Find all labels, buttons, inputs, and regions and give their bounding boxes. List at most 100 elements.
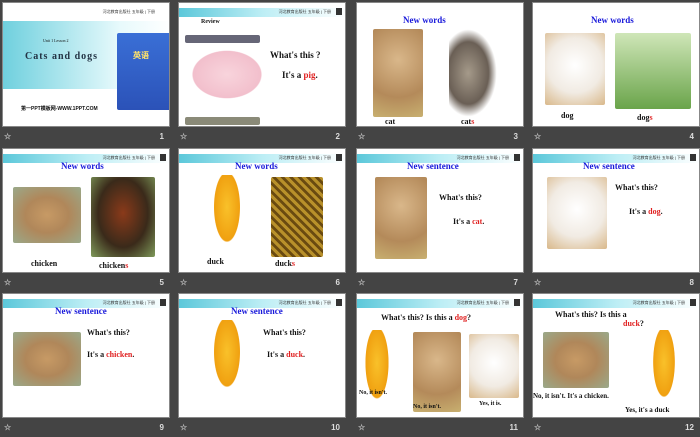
- slide-9[interactable]: 河北教育出版社 五年级 | 下册 New sentence What's thi…: [2, 293, 170, 418]
- question-text: What's this?: [263, 328, 306, 337]
- slide-6[interactable]: 河北教育出版社 五年级 | 下册 New words duck ducks: [178, 148, 346, 273]
- plural-word-label: dogs: [637, 113, 653, 122]
- chickens-image: [91, 177, 155, 257]
- slide-heading: New words: [61, 161, 104, 171]
- slide-thumbnail-1[interactable]: Unit 1 Lesson 2 Cats and dogs 英语 第一PPT模板…: [2, 2, 170, 146]
- slide-heading: New sentence: [231, 306, 283, 316]
- slide-5[interactable]: 河北教育出版社 五年级 | 下册 New words chicken chick…: [2, 148, 170, 273]
- review-label: Review: [201, 19, 220, 25]
- word-label: duck: [207, 257, 224, 266]
- logo-icon: [336, 8, 342, 15]
- slide-heading: New sentence: [55, 306, 107, 316]
- chicken-image: [13, 187, 81, 243]
- answer-text: No, it isn't. It's a chicken.: [533, 392, 609, 400]
- star-icon[interactable]: ☆: [4, 278, 11, 287]
- star-icon[interactable]: ☆: [534, 132, 541, 141]
- star-icon[interactable]: ☆: [4, 132, 11, 141]
- slide-11[interactable]: 河北教育出版社 五年级 | 下册 What's this? Is this a …: [356, 293, 524, 418]
- word-label: dog: [561, 111, 574, 120]
- logo-icon: [336, 299, 342, 306]
- star-icon[interactable]: ☆: [180, 132, 187, 141]
- answer-text: No, it isn't.: [359, 390, 388, 396]
- slide-3[interactable]: New words cat cats: [356, 2, 524, 127]
- answer-text: It's a chicken.: [87, 350, 135, 359]
- slide-heading: New words: [235, 161, 278, 171]
- answer-text: It's a duck.: [267, 350, 306, 359]
- plural-word-label: ducks: [275, 259, 296, 268]
- photo-strip: [185, 35, 260, 43]
- slide-heading: New words: [591, 15, 634, 25]
- slide-thumbnail-8[interactable]: 河北教育出版社 五年级 | 下册 New sentence What's thi…: [532, 148, 700, 292]
- publisher-header: 河北教育出版社 五年级 | 下册: [278, 300, 331, 305]
- slide-heading: New words: [403, 15, 446, 25]
- publisher-header: 河北教育出版社 五年级 | 下册: [102, 155, 155, 160]
- slide-8[interactable]: 河北教育出版社 五年级 | 下册 New sentence What's thi…: [532, 148, 700, 273]
- cats-image: [449, 29, 497, 117]
- slide-number: 4: [689, 132, 694, 141]
- plural-word-label: cats: [461, 117, 475, 126]
- star-icon[interactable]: ☆: [180, 278, 187, 287]
- cat-image: [375, 177, 427, 259]
- slide-number: 8: [689, 278, 694, 287]
- slide-number: 6: [335, 278, 340, 287]
- question-text: What's this? Is this a dog?: [381, 313, 472, 322]
- duck-image: [209, 175, 245, 255]
- publisher-header: 河北教育出版社 五年级 | 下册: [278, 9, 331, 14]
- publisher-header: 河北教育出版社 五年级 | 下册: [632, 300, 685, 305]
- slide-thumbnail-9[interactable]: 河北教育出版社 五年级 | 下册 New sentence What's thi…: [2, 293, 170, 437]
- publisher-header: 河北教育出版社 五年级 | 下册: [456, 155, 509, 160]
- slide-thumbnail-6[interactable]: 河北教育出版社 五年级 | 下册 New words duck ducks ☆ 6: [178, 148, 346, 292]
- slide-number: 7: [513, 278, 518, 287]
- slide-number: 2: [335, 132, 340, 141]
- book-title: 英语: [133, 51, 149, 60]
- logo-icon: [160, 299, 166, 306]
- question-text: What's this? Is this a duck?: [555, 310, 644, 328]
- slide-thumbnail-11[interactable]: 河北教育出版社 五年级 | 下册 What's this? Is this a …: [356, 293, 524, 437]
- pig-image: [187, 47, 267, 102]
- answer-text: Yes, it's a duck: [625, 406, 670, 414]
- website-text: 第一PPT模板网-WWW.1PPT.COM: [21, 106, 98, 112]
- slide-number: 5: [159, 278, 164, 287]
- star-icon[interactable]: ☆: [358, 132, 365, 141]
- slide-thumbnail-7[interactable]: 河北教育出版社 五年级 | 下册 New sentence What's thi…: [356, 148, 524, 292]
- slide-thumbnail-5[interactable]: 河北教育出版社 五年级 | 下册 New words chicken chick…: [2, 148, 170, 292]
- slide-thumbnail-4[interactable]: New words dog dogs ☆ 4: [532, 2, 700, 146]
- dogs-image: [615, 33, 691, 109]
- cat-image: [373, 29, 423, 117]
- logo-icon: [336, 154, 342, 161]
- logo-icon: [690, 154, 696, 161]
- logo-icon: [160, 154, 166, 161]
- slide-thumbnail-3[interactable]: New words cat cats ☆ 3: [356, 2, 524, 146]
- slide-thumbnail-12[interactable]: 河北教育出版社 五年级 | 下册 What's this? Is this ad…: [532, 293, 700, 437]
- textbook-cover-image: 英语: [117, 33, 169, 110]
- slide-2[interactable]: 河北教育出版社 五年级 | 下册 Review What's this ? It…: [178, 2, 346, 127]
- photo-strip: [185, 117, 260, 125]
- slide-thumbnail-2[interactable]: 河北教育出版社 五年级 | 下册 Review What's this ? It…: [178, 2, 346, 146]
- ducks-image: [271, 177, 323, 257]
- slide-title: Cats and dogs: [25, 51, 99, 62]
- dog-image: [545, 33, 605, 105]
- slide-thumbnail-10[interactable]: 河北教育出版社 五年级 | 下册 New sentence What's thi…: [178, 293, 346, 437]
- answer-text: It's a dog.: [629, 207, 663, 216]
- slide-12[interactable]: 河北教育出版社 五年级 | 下册 What's this? Is this ad…: [532, 293, 700, 418]
- slide-10[interactable]: 河北教育出版社 五年级 | 下册 New sentence What's thi…: [178, 293, 346, 418]
- star-icon[interactable]: ☆: [534, 278, 541, 287]
- slide-4[interactable]: New words dog dogs: [532, 2, 700, 127]
- answer-text: Yes, it is.: [479, 401, 502, 407]
- duck-image: [209, 320, 245, 400]
- word-label: chicken: [31, 259, 58, 268]
- logo-icon: [514, 154, 520, 161]
- publisher-header: 河北教育出版社 五年级 | 下册: [456, 300, 509, 305]
- chicken-image: [13, 332, 81, 386]
- unit-label: Unit 1 Lesson 2: [43, 38, 69, 43]
- chicken-image: [543, 332, 609, 388]
- slide-1[interactable]: Unit 1 Lesson 2 Cats and dogs 英语 第一PPT模板…: [2, 2, 170, 127]
- publisher-header: 河北教育出版社 五年级 | 下册: [102, 9, 155, 14]
- slide-7[interactable]: 河北教育出版社 五年级 | 下册 New sentence What's thi…: [356, 148, 524, 273]
- cat-image: [413, 332, 461, 412]
- slide-heading: New sentence: [407, 161, 459, 171]
- word-label: cat: [385, 117, 396, 126]
- star-icon[interactable]: ☆: [358, 278, 365, 287]
- answer-text: It's a cat.: [453, 217, 485, 226]
- answer-text: It's a pig.: [282, 70, 318, 80]
